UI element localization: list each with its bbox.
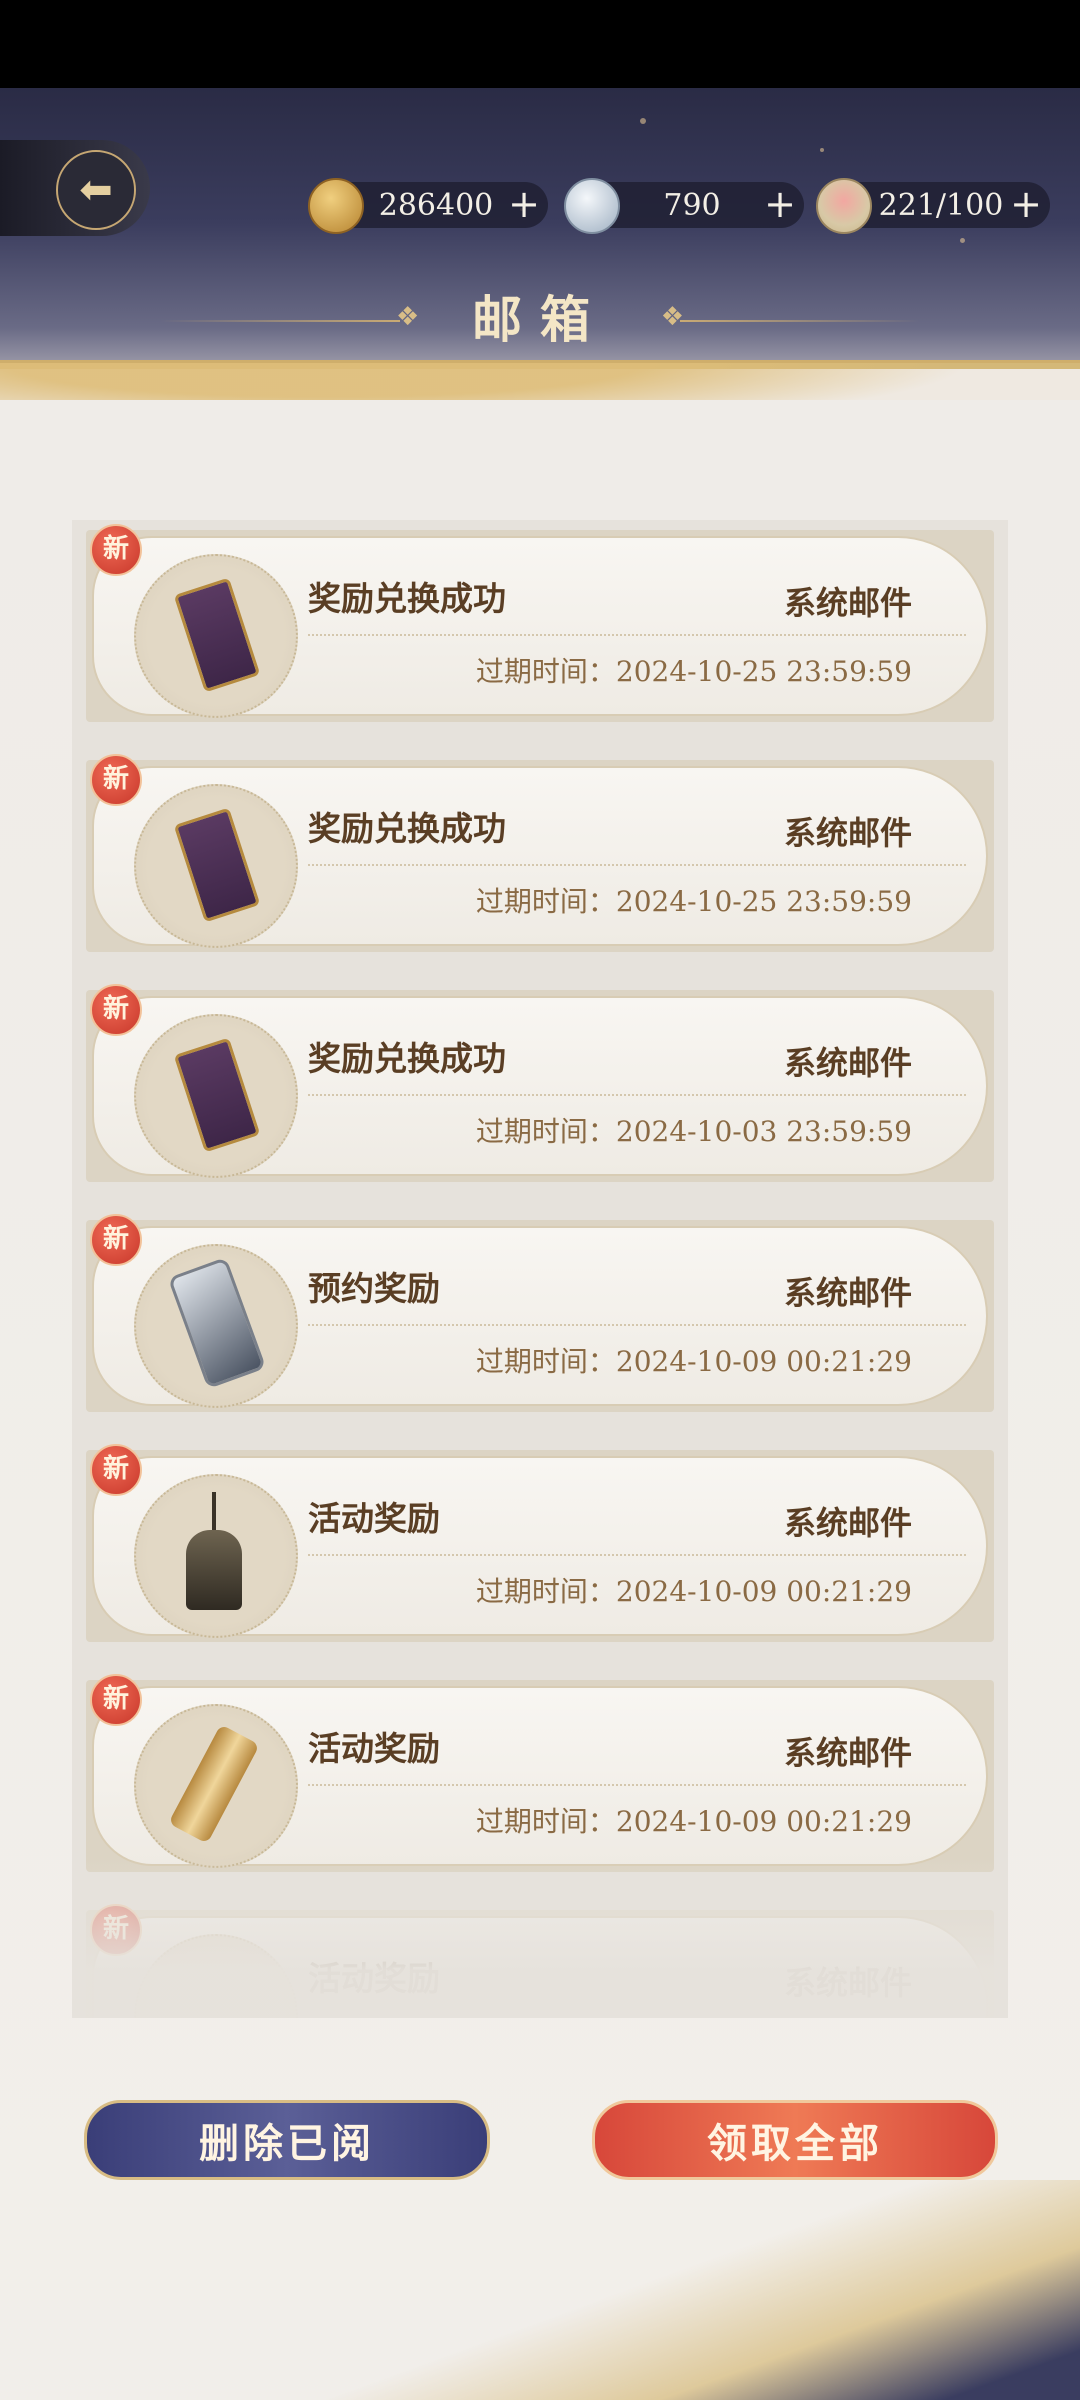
title-bar: ❖ 邮箱 ❖	[0, 280, 1080, 360]
title-line-right	[680, 320, 920, 322]
mail-title: 奖励兑换成功	[308, 579, 506, 618]
mail-title: 奖励兑换成功	[308, 1039, 506, 1078]
coin-icon	[308, 178, 364, 234]
mail-sender: 系统邮件	[783, 814, 912, 852]
add-jade-button[interactable]: +	[762, 182, 798, 228]
token-icon	[134, 554, 298, 718]
new-badge: 新	[90, 1674, 142, 1726]
mail-item[interactable]: 活动奖励 系统邮件 过期时间：2024-10-09 00:21:29 新	[86, 1674, 994, 1872]
token-icon	[134, 784, 298, 948]
coin-resource: 286400 +	[308, 178, 548, 234]
claim-all-button[interactable]: 领取全部	[592, 2100, 998, 2180]
new-badge: 新	[90, 754, 142, 806]
status-bar	[0, 0, 1080, 88]
new-badge: 新	[90, 984, 142, 1036]
mail-sender: 系统邮件	[783, 1734, 912, 1772]
new-badge: 新	[90, 1214, 142, 1266]
jade-resource: 790 +	[564, 178, 804, 234]
mail-title: 活动奖励	[308, 1959, 440, 1998]
mail-expire-time: 过期时间：2024-10-25 23:59:59	[475, 885, 912, 918]
mail-list[interactable]: 奖励兑换成功 系统邮件 过期时间：2024-10-25 23:59:59 新 奖…	[72, 520, 1008, 2018]
mail-expire-time: 过期时间：2024-10-03 23:59:59	[475, 1115, 912, 1148]
back-arrow-icon: ⬅	[56, 150, 136, 230]
jade-value: 790	[663, 188, 721, 223]
mail-sender: 系统邮件	[783, 1504, 912, 1542]
ornament-left-icon: ❖	[396, 302, 420, 332]
mail-expire-time: 过期时间：2024-10-09 00:21:29	[475, 1805, 912, 1838]
mail-item[interactable]: 活动奖励 系统邮件 新	[86, 1904, 994, 2018]
dragon-icon	[134, 1934, 298, 2018]
ornament-right-icon: ❖	[660, 302, 684, 332]
mail-title: 预约奖励	[308, 1269, 440, 1308]
coin-value: 286400	[378, 188, 494, 223]
scroll-icon	[134, 1704, 298, 1868]
mail-title: 奖励兑换成功	[308, 809, 506, 848]
stamina-value: 221/100	[878, 188, 1004, 223]
mail-expire-time: 过期时间：2024-10-09 00:21:29	[475, 1345, 912, 1378]
bowl-icon	[816, 178, 872, 234]
mail-item[interactable]: 活动奖励 系统邮件 过期时间：2024-10-09 00:21:29 新	[86, 1444, 994, 1642]
bell-icon	[134, 1474, 298, 1638]
mail-expire-time: 过期时间：2024-10-25 23:59:59	[475, 655, 912, 688]
mail-sender: 系统邮件	[783, 1044, 912, 1082]
add-coin-button[interactable]: +	[506, 182, 542, 228]
mail-item[interactable]: 奖励兑换成功 系统邮件 过期时间：2024-10-25 23:59:59 新	[86, 754, 994, 952]
page-title: 邮箱	[472, 290, 608, 349]
new-badge: 新	[90, 524, 142, 576]
mail-item[interactable]: 奖励兑换成功 系统邮件 过期时间：2024-10-03 23:59:59 新	[86, 984, 994, 1182]
stamina-resource: 221/100 +	[816, 178, 1050, 234]
mail-item[interactable]: 预约奖励 系统邮件 过期时间：2024-10-09 00:21:29 新	[86, 1214, 994, 1412]
jade-icon	[564, 178, 620, 234]
mail-expire-time: 过期时间：2024-10-09 00:21:29	[475, 1575, 912, 1608]
mirror-icon	[134, 1244, 298, 1408]
token-icon	[134, 1014, 298, 1178]
new-badge: 新	[90, 1904, 142, 1956]
add-stamina-button[interactable]: +	[1008, 182, 1044, 228]
mail-title: 活动奖励	[308, 1729, 440, 1768]
bottom-decoration	[0, 2180, 1080, 2400]
mail-sender: 系统邮件	[783, 1964, 912, 2002]
new-badge: 新	[90, 1444, 142, 1496]
mail-sender: 系统邮件	[783, 584, 912, 622]
mail-sender: 系统邮件	[783, 1274, 912, 1312]
mail-title: 活动奖励	[308, 1499, 440, 1538]
delete-read-button[interactable]: 删除已阅	[84, 2100, 490, 2180]
title-line-left	[160, 320, 400, 322]
back-button[interactable]: ⬅	[0, 140, 150, 236]
mail-item[interactable]: 奖励兑换成功 系统邮件 过期时间：2024-10-25 23:59:59 新	[86, 524, 994, 722]
